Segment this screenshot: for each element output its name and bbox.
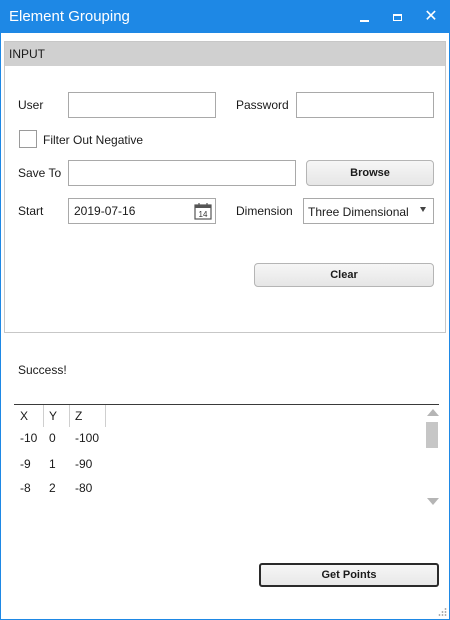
column-divider[interactable] — [69, 405, 70, 427]
column-divider[interactable] — [43, 405, 44, 427]
column-header-z[interactable]: Z — [75, 409, 82, 423]
start-date-picker[interactable]: 2019-07-16 14 — [68, 198, 216, 224]
password-input[interactable] — [296, 92, 434, 118]
scroll-up-icon[interactable] — [427, 409, 439, 416]
status-message: Success! — [18, 363, 67, 377]
get-points-button[interactable]: Get Points — [259, 563, 439, 587]
cell-y: 0 — [49, 431, 56, 445]
dimension-dropdown[interactable]: Three Dimensional — [303, 198, 434, 224]
vertical-scrollbar[interactable] — [425, 407, 439, 515]
cell-y: 2 — [49, 481, 56, 495]
close-icon: ✕ — [424, 8, 438, 25]
column-header-y[interactable]: Y — [49, 409, 57, 423]
filter-negative-checkbox[interactable] — [19, 130, 37, 148]
user-input[interactable] — [68, 92, 216, 118]
scroll-thumb[interactable] — [426, 422, 438, 448]
cell-x: -10 — [20, 431, 38, 445]
save-to-label: Save To — [18, 166, 62, 180]
close-button[interactable]: ✕ — [414, 1, 448, 33]
cell-z: -80 — [75, 481, 93, 495]
column-header-x[interactable]: X — [20, 409, 28, 423]
dimension-selected-value: Three Dimensional — [308, 205, 409, 219]
save-to-input[interactable] — [68, 160, 296, 186]
start-date-value: 2019-07-16 — [74, 204, 136, 218]
maximize-icon — [392, 13, 402, 21]
resize-grip-icon[interactable] — [437, 607, 447, 617]
points-grid[interactable]: X Y Z -10 0 -100 -9 1 -90 -8 2 -80 — [14, 404, 439, 517]
input-panel-title: INPUT — [9, 47, 45, 61]
scroll-down-icon[interactable] — [427, 498, 439, 505]
grid-header: X Y Z — [14, 405, 106, 427]
app-window: Element Grouping ✕ INPUT User Password F… — [0, 0, 450, 620]
table-row[interactable]: -8 2 -80 — [14, 481, 422, 505]
minimize-icon — [359, 20, 369, 22]
user-label: User — [18, 98, 44, 112]
input-panel-header: INPUT — [5, 42, 445, 66]
input-panel: INPUT User Password Filter Out Negative … — [4, 41, 446, 333]
password-label: Password — [236, 98, 289, 112]
chevron-down-icon — [420, 207, 426, 212]
filter-negative-label: Filter Out Negative — [43, 133, 144, 147]
minimize-button[interactable] — [347, 1, 381, 33]
title-bar[interactable]: Element Grouping ✕ — [1, 1, 449, 33]
calendar-icon[interactable]: 14 — [194, 202, 212, 220]
cell-z: -100 — [75, 431, 100, 445]
calendar-icon-day: 14 — [199, 210, 208, 219]
cell-x: -8 — [20, 481, 31, 495]
browse-button[interactable]: Browse — [306, 160, 434, 186]
table-row[interactable]: -9 1 -90 — [14, 457, 422, 481]
cell-x: -9 — [20, 457, 31, 471]
maximize-button[interactable] — [380, 1, 414, 33]
start-label: Start — [18, 204, 44, 218]
dimension-label: Dimension — [236, 204, 293, 218]
table-row[interactable]: -10 0 -100 — [14, 431, 422, 455]
clear-button[interactable]: Clear — [254, 263, 434, 287]
cell-z: -90 — [75, 457, 93, 471]
column-divider[interactable] — [105, 405, 106, 427]
cell-y: 1 — [49, 457, 56, 471]
window-title: Element Grouping — [9, 8, 130, 25]
